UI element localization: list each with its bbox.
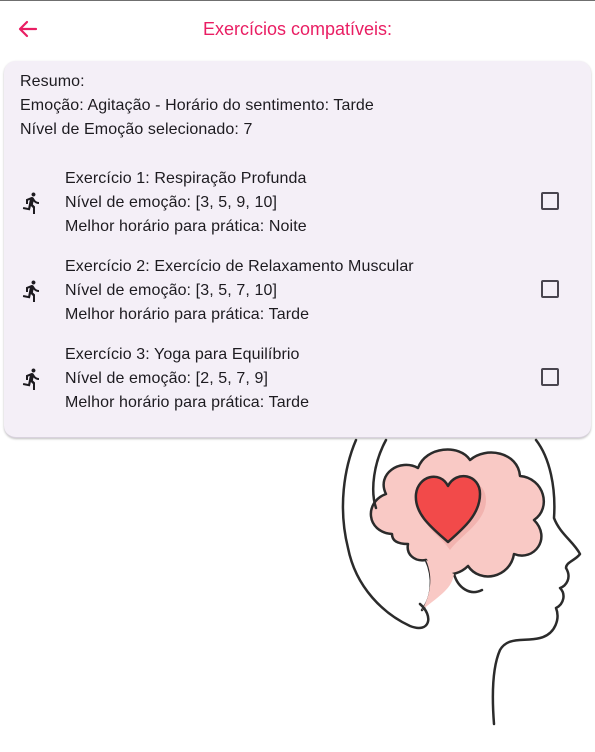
exercise-text: Exercício 3: Yoga para Equilíbrio Nível …: [65, 343, 309, 415]
exercise-title: Exercício 1: Respiração Profunda: [65, 170, 307, 187]
exercise-best-time: Melhor horário para prática: Noite: [65, 218, 307, 235]
exercise-checkbox[interactable]: [541, 368, 559, 386]
summary-emotion: Emoção: Agitação - Horário do sentimento…: [20, 97, 374, 114]
exercise-item[interactable]: Exercício 3: Yoga para Equilíbrio Nível …: [4, 335, 591, 423]
exercise-best-time: Melhor horário para prática: Tarde: [65, 306, 310, 323]
running-person-icon: [22, 192, 39, 214]
exercise-text: Exercício 1: Respiração Profunda Nível d…: [65, 167, 307, 239]
summary-heading: Resumo:: [20, 73, 85, 90]
exercise-item[interactable]: Exercício 2: Exercício de Relaxamento Mu…: [4, 247, 591, 335]
head-brain-heart-illustration: [341, 438, 582, 726]
exercise-levels: Nível de emoção: [3, 5, 9, 10]: [65, 194, 278, 211]
exercise-best-time: Melhor horário para prática: Tarde: [65, 394, 310, 411]
exercise-item[interactable]: Exercício 1: Respiração Profunda Nível d…: [4, 159, 591, 247]
exercises-card: Resumo: Emoção: Agitação - Horário do se…: [4, 61, 591, 438]
page-title: Exercícios compatíveis:: [202, 19, 393, 39]
summary-block: Resumo: Emoção: Agitação - Horário do se…: [20, 70, 374, 142]
exercise-levels: Nível de emoção: [3, 5, 7, 10]: [65, 282, 278, 299]
app-bar: Exercícios compatíveis:: [0, 1, 595, 57]
running-person-icon: [22, 368, 39, 390]
summary-level: Nível de Emoção selecionado: 7: [20, 121, 253, 138]
exercise-checkbox[interactable]: [541, 192, 559, 210]
exercise-levels: Nível de emoção: [2, 5, 7, 9]: [65, 370, 269, 387]
exercise-title: Exercício 2: Exercício de Relaxamento Mu…: [65, 258, 414, 275]
running-person-icon: [22, 280, 39, 302]
exercise-text: Exercício 2: Exercício de Relaxamento Mu…: [65, 255, 414, 327]
exercise-checkbox[interactable]: [541, 280, 559, 298]
exercise-title: Exercício 3: Yoga para Equilíbrio: [65, 346, 300, 363]
